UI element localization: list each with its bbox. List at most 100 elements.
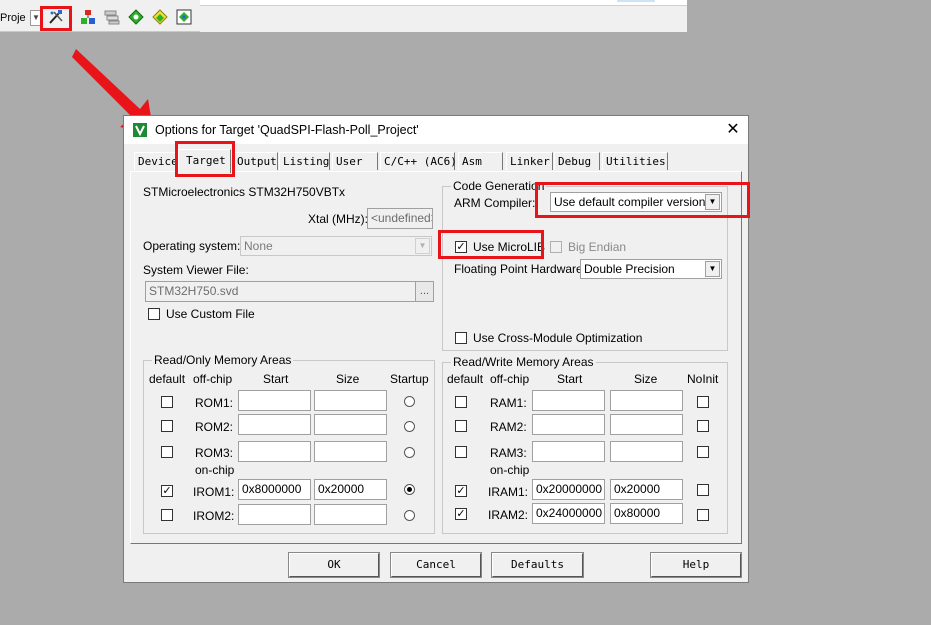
tab-utilities[interactable]: Utilities <box>602 152 668 170</box>
ram2-default-checkbox[interactable] <box>455 420 467 432</box>
microlib-label: Use MicroLIB <box>473 240 546 254</box>
rom3-start-input[interactable] <box>238 441 311 462</box>
ram1-start-input[interactable] <box>532 390 605 411</box>
iram1-default-checkbox[interactable]: ✓ <box>455 485 467 497</box>
irom1-start-input[interactable]: 0x8000000 <box>238 479 311 500</box>
ram3-noinit-checkbox[interactable] <box>697 446 709 458</box>
tab-debug[interactable]: Debug <box>554 152 600 170</box>
arm-compiler-select[interactable]: Use default compiler version 6 ▼ <box>550 192 722 212</box>
fpu-select[interactable]: Double Precision ▼ <box>580 259 722 279</box>
ram2-start-input[interactable] <box>532 414 605 435</box>
help-button[interactable]: Help <box>651 553 741 577</box>
ram3-size-input[interactable] <box>610 441 683 462</box>
editor-area <box>200 0 687 6</box>
tab-device[interactable]: Device <box>134 152 178 170</box>
ok-button[interactable]: OK <box>289 553 379 577</box>
component-viewer-icon[interactable] <box>176 9 192 25</box>
rom3-size-input[interactable] <box>314 441 387 462</box>
radio-selected-icon <box>407 487 412 492</box>
toolbar: Proje ▼ <box>0 0 931 32</box>
ro-onchip-label: on-chip <box>195 463 235 477</box>
manage-project-items-icon[interactable] <box>80 9 96 25</box>
rom2-size-input[interactable] <box>314 414 387 435</box>
uvision-icon <box>133 123 147 137</box>
options-icon-highlight <box>40 6 72 31</box>
dialog-titlebar: Options for Target 'QuadSPI-Flash-Poll_P… <box>124 116 748 144</box>
options-dialog: Options for Target 'QuadSPI-Flash-Poll_P… <box>123 115 750 583</box>
iram1-start-input[interactable]: 0x20000000 <box>532 479 605 500</box>
ram3-start-input[interactable] <box>532 441 605 462</box>
irom2-default-checkbox[interactable] <box>161 509 173 521</box>
irom2-start-input[interactable] <box>238 504 311 525</box>
irom1-size-input[interactable]: 0x20000 <box>314 479 387 500</box>
ro-memory-title: Read/Only Memory Areas <box>152 353 294 367</box>
microlib-checkbox[interactable]: ✓ <box>455 241 467 253</box>
ram1-size-input[interactable] <box>610 390 683 411</box>
rom1-start-input[interactable] <box>238 390 311 411</box>
ram1-noinit-checkbox[interactable] <box>697 396 709 408</box>
rom2-start-input[interactable] <box>238 414 311 435</box>
custom-file-checkbox[interactable] <box>148 308 160 320</box>
iram2-noinit-checkbox[interactable] <box>697 509 709 521</box>
device-name: STMicroelectronics STM32H750VBTx <box>143 185 346 199</box>
iram2-start-input[interactable]: 0x24000000 <box>532 503 605 524</box>
iram2-label: IRAM2: <box>488 508 529 522</box>
defaults-button[interactable]: Defaults <box>492 553 583 577</box>
iram2-default-checkbox[interactable]: ✓ <box>455 508 467 520</box>
big-endian-checkbox[interactable] <box>550 241 562 253</box>
rw-header-size: Size <box>634 372 658 386</box>
iram1-noinit-checkbox[interactable] <box>697 484 709 496</box>
tab-target[interactable]: Target <box>178 149 231 173</box>
tab-output[interactable]: Output <box>233 152 278 170</box>
os-select[interactable]: None ▼ <box>240 236 432 256</box>
tab-user[interactable]: User <box>332 152 378 170</box>
ro-header-offchip: off-chip <box>193 372 233 386</box>
code-generation-title: Code Generation <box>451 179 547 193</box>
svd-input[interactable]: STM32H750.svd <box>145 281 417 302</box>
rw-header-offchip: off-chip <box>490 372 530 386</box>
rom2-startup-radio[interactable] <box>404 421 415 432</box>
ram3-default-checkbox[interactable] <box>455 446 467 458</box>
cross-module-checkbox[interactable] <box>455 332 467 344</box>
rom1-default-checkbox[interactable] <box>161 396 173 408</box>
irom1-default-checkbox[interactable]: ✓ <box>161 485 173 497</box>
svd-browse-button[interactable]: ... <box>415 281 434 302</box>
close-icon[interactable]: ✕ <box>724 121 742 139</box>
tab-listing[interactable]: Listing <box>279 152 330 170</box>
rom2-default-checkbox[interactable] <box>161 420 173 432</box>
ram2-size-input[interactable] <box>610 414 683 435</box>
ram2-label: RAM2: <box>490 420 527 434</box>
irom2-size-input[interactable] <box>314 504 387 525</box>
iram1-label: IRAM1: <box>488 485 529 499</box>
iram2-size-input[interactable]: 0x80000 <box>610 503 683 524</box>
pack-installer-icon[interactable] <box>152 9 168 25</box>
manage-run-time-icon[interactable] <box>128 9 144 25</box>
rw-header-default: default <box>447 372 484 386</box>
select-packs-icon[interactable] <box>104 9 120 25</box>
rom1-label: ROM1: <box>195 396 234 410</box>
iram1-size-input[interactable]: 0x20000 <box>610 479 683 500</box>
ram2-noinit-checkbox[interactable] <box>697 420 709 432</box>
cross-module-label: Use Cross-Module Optimization <box>473 331 643 345</box>
irom2-label: IROM2: <box>193 509 235 523</box>
ro-header-startup: Startup <box>390 372 429 386</box>
irom1-startup-radio[interactable] <box>404 484 415 495</box>
rw-header-noinit: NoInit <box>687 372 719 386</box>
target-select[interactable]: Proje <box>0 8 30 28</box>
chevron-down-icon: ▼ <box>415 238 430 254</box>
cancel-button[interactable]: Cancel <box>391 553 481 577</box>
rw-header-start: Start <box>557 372 583 386</box>
rom1-size-input[interactable] <box>314 390 387 411</box>
rom3-startup-radio[interactable] <box>404 447 415 458</box>
irom2-startup-radio[interactable] <box>404 510 415 521</box>
tab-linker[interactable]: Linker <box>506 152 553 170</box>
xtal-input[interactable]: <undefined> <box>367 208 433 229</box>
ram1-default-checkbox[interactable] <box>455 396 467 408</box>
rom3-default-checkbox[interactable] <box>161 446 173 458</box>
editor-selection <box>617 0 655 2</box>
tab-cpp-ac6[interactable]: C/C++ (AC6) <box>380 152 457 170</box>
arm-compiler-value: Use default compiler version 6 <box>554 195 716 209</box>
tab-asm[interactable]: Asm <box>458 152 503 170</box>
rom1-startup-radio[interactable] <box>404 396 415 407</box>
os-value: None <box>244 239 273 253</box>
